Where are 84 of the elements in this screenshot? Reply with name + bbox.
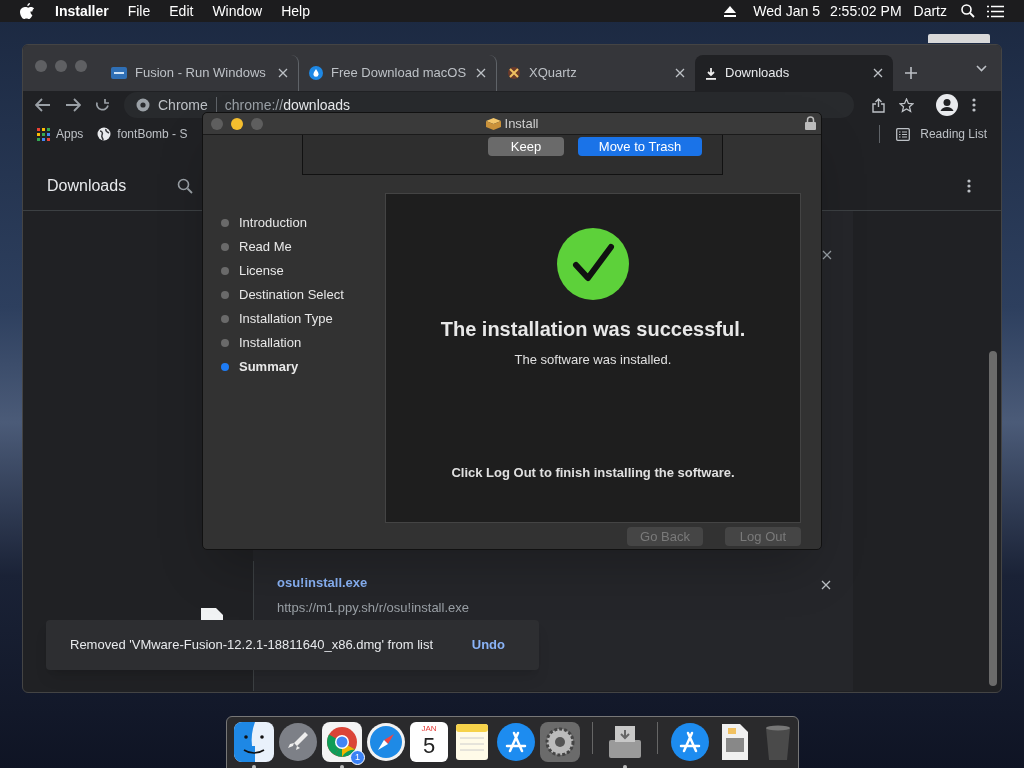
chevron-icon[interactable]	[976, 65, 987, 72]
dock-divider	[592, 722, 593, 754]
menu-item[interactable]: Window	[212, 0, 263, 22]
close-icon[interactable]	[675, 68, 685, 78]
close-icon[interactable]	[476, 68, 486, 78]
bookmark[interactable]: Apps	[37, 125, 84, 143]
forward-icon[interactable]	[65, 98, 81, 112]
step-label: Installation	[239, 333, 302, 352]
browser-tab[interactable]: Downloads	[695, 55, 893, 91]
search-icon[interactable]	[961, 4, 975, 18]
reload-icon[interactable]	[95, 97, 110, 113]
tab-title: Downloads	[725, 64, 791, 83]
sheet-button[interactable]: Keep	[488, 137, 564, 156]
message: The software was installed.	[514, 351, 672, 369]
finder-icon[interactable]	[234, 722, 274, 762]
file-url: https://m1.ppy.sh/r/osu!install.exe	[277, 600, 469, 615]
browser-tab[interactable]: Free Download macOS	[299, 55, 497, 91]
menu-item[interactable]: Edit	[169, 0, 194, 22]
menu-icon[interactable]	[967, 179, 971, 193]
tab-title: Fusion - Run Windows	[135, 64, 267, 83]
chrome-app-icon[interactable]: 1	[322, 722, 362, 762]
browser-tab[interactable]: Fusion - Run Windows	[101, 55, 299, 91]
menu-user[interactable]: Dartz	[913, 0, 947, 22]
close-icon[interactable]	[278, 68, 288, 78]
menu-icon[interactable]	[972, 98, 976, 112]
instruction: Click Log Out to finish installing the software.	[451, 463, 735, 482]
x-logo-icon	[507, 66, 521, 80]
step-label: Introduction	[239, 213, 307, 232]
dock-divider	[657, 722, 658, 754]
plus-icon[interactable]	[905, 67, 917, 79]
package-icon	[485, 117, 501, 130]
scrollbar-thumb[interactable]	[989, 351, 997, 686]
browser-tab[interactable]: XQuartz	[497, 55, 695, 91]
search-icon[interactable]	[177, 177, 193, 194]
check-icon	[557, 228, 629, 300]
step-label: Read Me	[239, 237, 292, 256]
calendar-day: 5	[422, 734, 436, 758]
vmware-icon	[111, 67, 127, 79]
app-store-icon[interactable]	[670, 722, 710, 762]
globe-icon	[97, 127, 112, 141]
gear-icon[interactable]	[540, 722, 580, 762]
site-label: Chrome	[158, 95, 208, 115]
menu-item[interactable]: File	[127, 0, 151, 22]
back-icon[interactable]	[35, 98, 51, 112]
sheet-button[interactable]: Move to Trash	[578, 137, 702, 156]
calendar-icon[interactable]: JAN 5	[410, 722, 448, 762]
app-menu[interactable]: Installer	[55, 0, 109, 22]
step-label: Summary	[239, 357, 299, 376]
grid-icon	[37, 127, 50, 141]
undo-button[interactable]: Undo	[471, 635, 505, 655]
notification-badge: 1	[350, 750, 365, 765]
reading-list-icon[interactable]	[896, 127, 911, 141]
minimize-control[interactable]	[231, 118, 243, 130]
profile-icon[interactable]	[936, 94, 958, 116]
close-icon[interactable]	[873, 68, 883, 78]
tab-title: XQuartz	[529, 64, 578, 83]
download-icon	[705, 66, 717, 80]
lock-icon[interactable]	[805, 116, 816, 130]
tab-title: Free Download macOS	[331, 64, 468, 83]
star-icon[interactable]	[899, 97, 914, 113]
eject-icon[interactable]	[724, 5, 737, 17]
close-icon[interactable]	[821, 580, 831, 590]
headline: The installation was successful.	[440, 317, 746, 342]
menu-clock[interactable]: 2:55:02 PM	[829, 0, 902, 22]
page-title: Downloads	[47, 175, 128, 196]
step-label: License	[239, 261, 284, 280]
app-store-icon[interactable]	[496, 722, 536, 762]
step-label: Destination Select	[239, 285, 344, 304]
compass-icon[interactable]	[366, 722, 406, 762]
drop-icon	[309, 66, 323, 80]
url-text: chrome://downloads	[224, 95, 351, 115]
close-icon[interactable]	[822, 250, 832, 260]
calendar-month: JAN	[421, 723, 437, 734]
apple-icon[interactable]	[20, 3, 35, 19]
toast-message: Removed 'VMware-Fusion-12.2.1-18811640_x86.dmg' from list	[70, 636, 435, 655]
menu-date[interactable]: Wed Jan 5	[753, 0, 820, 22]
file-name-link[interactable]: osu!install.exe	[277, 575, 368, 591]
reading-list-label[interactable]: Reading List	[920, 125, 987, 143]
step-label: Installation Type	[239, 309, 333, 328]
list-icon[interactable]	[987, 4, 1004, 18]
chrome-icon	[136, 98, 150, 112]
menu-item[interactable]: Help	[281, 0, 310, 22]
share-icon[interactable]	[872, 97, 885, 113]
bookmark[interactable]: fontBomb - S	[97, 125, 188, 143]
